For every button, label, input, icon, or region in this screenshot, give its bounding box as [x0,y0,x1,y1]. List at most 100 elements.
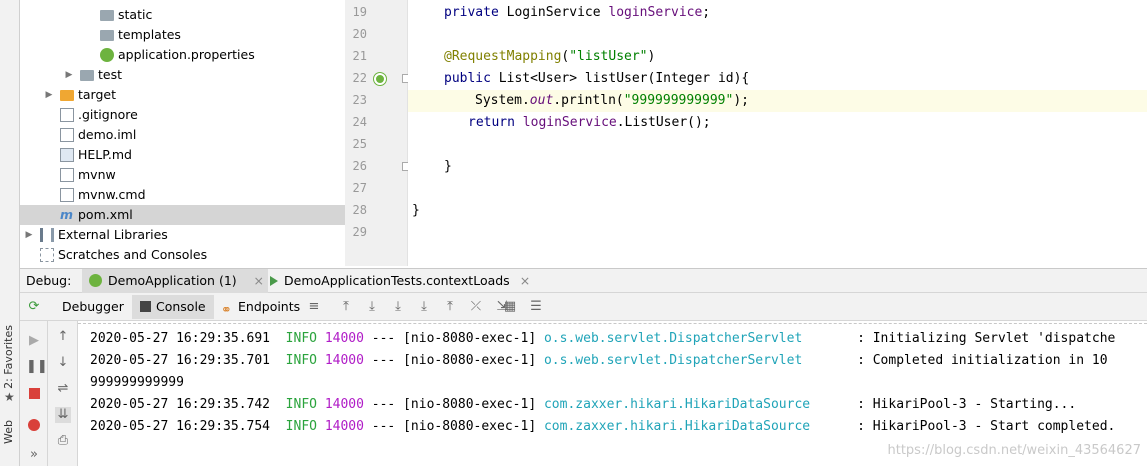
log-pad [810,419,857,434]
tree-item[interactable]: m pom.xml [20,205,345,225]
console-line: 2020-05-27 16:29:35.742 INFO 14000 --- [… [90,394,1076,416]
up-stack-icon[interactable]: ↑ [55,329,71,345]
shell-file-icon [60,168,74,182]
log-sep: --- [363,397,404,412]
expand-arrow-icon[interactable]: ▶ [44,85,54,105]
step-into-icon[interactable]: ⤓ [390,299,406,315]
evaluate-expression-icon[interactable]: ▦ [502,299,518,315]
log-ts: 2020-05-27 16:29:35.742 [90,397,271,412]
debugger-toolbar: ⟳ Debugger Console ⚭ Endpoints ≡ ⤒ ⤓ ⤓ ⤓… [20,293,1147,321]
log-sp [317,419,325,434]
tree-item[interactable]: ▶ External Libraries [20,225,345,245]
tree-item[interactable]: application.properties [20,45,345,65]
debug-session-tab-demoapplication[interactable]: DemoApplication (1) × [82,269,268,293]
log-sep: --- [363,419,404,434]
tree-item-label: target [78,87,117,102]
code-editor[interactable]: private LoginService loginService; @Requ… [408,0,1147,266]
tree-item-label: External Libraries [58,227,168,242]
expand-arrow-icon[interactable]: ▶ [64,65,74,85]
line-number: 21 [352,49,367,63]
web-tool-tab[interactable]: Web [2,420,15,444]
log-pad [802,331,857,346]
tree-item[interactable]: ▶ target [20,85,345,105]
more-icon[interactable]: » [26,447,42,463]
console-output[interactable]: 2020-05-27 16:29:35.691 INFO 14000 --- [… [78,321,1147,466]
log-logger: o.s.web.servlet.DispatcherServlet [543,331,803,346]
expand-arrow-icon[interactable]: ▶ [24,225,34,245]
spring-boot-run-icon [89,274,102,287]
line-number: 27 [352,181,367,195]
tree-item[interactable]: mvnw [20,165,345,185]
spring-bean-gutter-icon[interactable] [374,73,386,85]
pause-icon[interactable]: ❚❚ [26,359,48,375]
console-icon [140,301,151,312]
tree-item-label: mvnw [78,167,116,182]
force-step-into-icon[interactable]: ⤓ [416,299,432,315]
tree-item[interactable]: Scratches and Consoles [20,245,345,265]
tab-endpoints[interactable]: ⚭ Endpoints [216,295,308,319]
watermark: https://blog.csdn.net/weixin_43564627 [887,443,1141,458]
library-icon [40,228,54,242]
log-thread: [nio-8080-exec-1] [403,397,537,412]
tree-item[interactable]: templates [20,25,345,45]
tree-item-label: mvnw.cmd [78,187,146,202]
close-icon[interactable]: × [520,273,530,288]
maven-pom-icon: m [60,207,74,222]
log-level: INFO [285,419,317,434]
code-line-26: } [444,159,452,174]
tab-label: DemoApplicationTests.contextLoads [284,273,510,288]
tree-item[interactable]: HELP.md [20,145,345,165]
soft-wrap-icon[interactable]: ⇌ [55,381,71,397]
favorites-tool-tab[interactable]: 2: Favorites [2,325,15,389]
tab-label: DemoApplication (1) [108,273,237,288]
rerun-icon[interactable]: ⟳ [26,299,42,315]
close-icon[interactable]: × [254,269,264,293]
log-sep0 [270,353,286,368]
log-sep0 [270,397,286,412]
spring-properties-icon [100,48,114,62]
tree-item[interactable]: ▶ test [20,65,345,85]
debug-tool-window-header: Debug: DemoApplication (1) × DemoApplica… [20,268,1147,293]
tab-console[interactable]: Console [132,295,214,319]
menu-icon[interactable]: ≡ [306,299,322,315]
print-icon[interactable]: ⎙ [55,433,71,449]
tab-debugger[interactable]: Debugger [54,295,132,319]
log-sp2 [536,331,544,346]
endpoints-icon: ⚭ [221,303,232,318]
log-level: INFO [285,397,317,412]
line-number: 22 [352,71,367,85]
trace-icon[interactable]: ☰ [528,299,544,315]
iml-file-icon [60,128,74,142]
drop-frame-icon[interactable]: ⤫ [468,299,484,315]
show-execution-point-icon[interactable]: ⤒ [338,299,354,315]
resume-icon[interactable]: ▶ [26,333,42,349]
log-msg: : HikariPool-3 - Start completed. [857,419,1116,434]
log-sp2 [536,353,544,368]
log-pad [810,397,857,412]
tree-item[interactable]: .gitignore [20,105,345,125]
left-tool-strip: 2: Favorites ★ Web [0,0,20,466]
tree-item[interactable]: demo.iml [20,125,345,145]
log-sp [317,331,325,346]
folder-orange-icon [60,90,74,101]
log-sep0 [270,331,286,346]
tab-label: Endpoints [238,299,301,314]
view-breakpoints-icon[interactable] [28,419,40,431]
scratches-icon [40,248,54,262]
tree-item[interactable]: static [20,5,345,25]
tree-item-label: test [98,67,123,82]
log-ts: 2020-05-27 16:29:35.754 [90,419,271,434]
console-line: 2020-05-27 16:29:35.691 INFO 14000 --- [… [90,328,1115,350]
tree-item-label: pom.xml [78,207,133,222]
debug-session-tab-contextloads[interactable]: DemoApplicationTests.contextLoads × [266,269,538,293]
log-pad [802,353,857,368]
log-pid: 14000 [324,353,364,368]
tree-item[interactable]: mvnw.cmd [20,185,345,205]
scroll-to-end-icon[interactable]: ⇊ [55,407,71,423]
stop-icon[interactable] [29,388,40,399]
step-over-icon[interactable]: ⤓ [364,299,380,315]
log-msg: : Completed initialization in 10 [857,353,1116,368]
log-msg: : HikariPool-3 - Starting... [857,397,1077,412]
down-stack-icon[interactable]: ↓ [55,355,71,371]
step-out-icon[interactable]: ⤒ [442,299,458,315]
